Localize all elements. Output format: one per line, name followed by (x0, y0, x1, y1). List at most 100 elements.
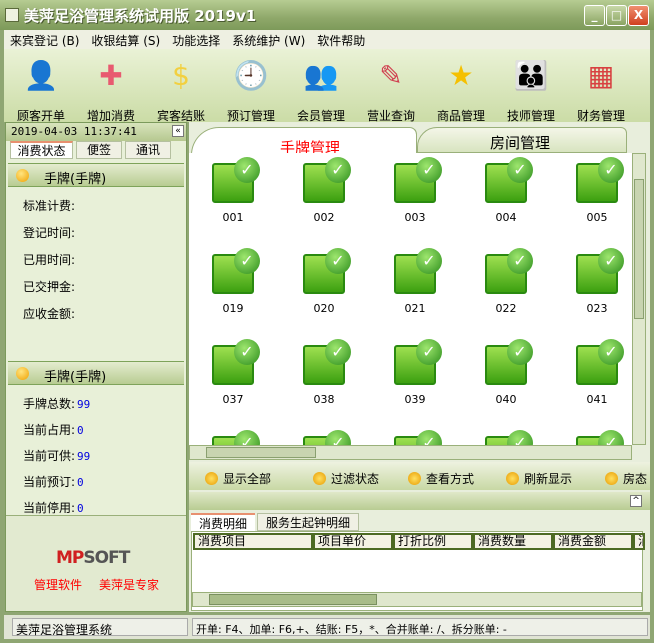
group-icon: 👪 (513, 58, 549, 92)
check-icon: ✓ (598, 339, 624, 365)
room-number: 022 (495, 302, 517, 315)
room-item[interactable]: ✓ 038 (294, 339, 354, 406)
column-header[interactable]: 消费项目 (193, 533, 313, 550)
room-icon: ✓ (576, 248, 624, 294)
calculator-icon: ▦ (587, 58, 615, 92)
column-header[interactable]: 消费数量 (473, 533, 553, 550)
scroll-thumb[interactable] (206, 447, 316, 458)
action-3[interactable]: 刷新显示 (506, 470, 572, 487)
scroll-thumb[interactable] (209, 594, 377, 605)
minimize-button[interactable]: _ (584, 5, 605, 26)
action-icon (205, 472, 218, 485)
action-label: 显示全部 (223, 472, 272, 486)
room-item[interactable]: ✓ (385, 430, 445, 445)
check-icon: ✓ (416, 157, 442, 183)
room-item[interactable]: ✓ (203, 430, 263, 445)
tab-consumption-status[interactable]: 消费状态 (10, 141, 73, 159)
scroll-thumb[interactable] (634, 179, 644, 319)
status-bar: 美萍足浴管理系统 开单: F4、加单: F6,+、结账: F5，*、合并账单: … (4, 615, 650, 639)
toolbar-button[interactable]: $ 宾客结账 (146, 53, 216, 124)
tab-contacts[interactable]: 通讯 (125, 141, 171, 159)
menu-item[interactable]: 系统维护 (W) (226, 30, 311, 49)
room-item[interactable]: ✓ 022 (476, 248, 536, 315)
room-item[interactable]: ✓ 037 (203, 339, 263, 406)
room-icon: ✓ (303, 157, 351, 203)
room-number: 039 (404, 393, 426, 406)
room-item[interactable]: ✓ 021 (385, 248, 445, 315)
toolbar-button[interactable]: ▦ 财务管理 (566, 53, 636, 124)
tab-notes[interactable]: 便签 (76, 141, 122, 159)
tab-label: 房间管理 (490, 134, 551, 152)
column-header[interactable]: 项目单价 (313, 533, 393, 550)
expand-button[interactable]: ^ (630, 495, 642, 507)
check-icon: ✓ (325, 157, 351, 183)
room-item[interactable]: ✓ 004 (476, 157, 536, 224)
toolbar-button[interactable]: 🕘 预订管理 (216, 53, 286, 124)
room-item[interactable]: ✓ 001 (203, 157, 263, 224)
field-value: 0 (77, 476, 84, 489)
toolbar-button[interactable]: ✚ 增加消费 (76, 53, 146, 124)
toolbar-button[interactable]: 👤 顾客开单 (6, 53, 76, 124)
room-item[interactable]: ✓ 040 (476, 339, 536, 406)
toolbar-button[interactable]: ★ 商品管理 (426, 53, 496, 124)
room-item[interactable]: ✓ 002 (294, 157, 354, 224)
field-value: 0 (77, 502, 84, 515)
room-item[interactable]: ✓ (567, 430, 627, 445)
vertical-scrollbar[interactable] (632, 153, 646, 445)
tab-service-detail[interactable]: 服务生起钟明细 (257, 513, 359, 531)
close-button[interactable]: X (628, 5, 649, 26)
dollar-arrow-icon: $ (172, 58, 190, 92)
room-item[interactable]: ✓ 003 (385, 157, 445, 224)
room-item[interactable]: ✓ 041 (567, 339, 627, 406)
action-2[interactable]: 查看方式 (408, 470, 474, 487)
title-bar: 美萍足浴管理系统试用版 2019v1 _ □ X (0, 0, 654, 30)
toolbar-button[interactable]: 👪 技师管理 (496, 53, 566, 124)
tab-wristband-management[interactable]: 手牌管理 (191, 127, 417, 155)
column-header[interactable]: 消费金额 (553, 533, 633, 550)
system-menu-icon[interactable] (5, 8, 19, 22)
action-label: 过滤状态 (331, 472, 380, 486)
column-header[interactable]: 打折比例 (393, 533, 473, 550)
action-label: 查看方式 (426, 472, 475, 486)
logo-area: MPSOFT 管理软件 美萍是专家 (6, 515, 186, 611)
room-number: 003 (404, 211, 426, 224)
field-label: 当前占用: (23, 423, 76, 437)
menu-item[interactable]: 软件帮助 (311, 30, 371, 49)
room-item[interactable]: ✓ 023 (567, 248, 627, 315)
tab-consumption-detail[interactable]: 消费明细 (191, 513, 255, 531)
room-number: 023 (586, 302, 608, 315)
room-item[interactable]: ✓ 039 (385, 339, 445, 406)
room-item[interactable]: ✓ (294, 430, 354, 445)
clock-icon: 🕘 (233, 58, 269, 92)
field-label: 手牌总数: (23, 397, 76, 411)
menu-item[interactable]: 收银结算 (S) (85, 30, 166, 49)
table-horizontal-scrollbar[interactable] (192, 592, 642, 607)
section-header: 手牌(手牌) (8, 361, 184, 385)
menu-item[interactable]: 来宾登记 (B) (4, 30, 85, 49)
collapse-button[interactable]: « (172, 125, 184, 137)
menu-item[interactable]: 功能选择 (166, 30, 226, 49)
field-row: 手牌总数: 99 (23, 395, 90, 412)
star-icon: ★ (448, 58, 474, 92)
field-label: 应收金额: (23, 307, 76, 321)
tab-room-management[interactable]: 房间管理 (417, 127, 627, 153)
check-icon: ✓ (234, 430, 260, 445)
action-1[interactable]: 过滤状态 (313, 470, 379, 487)
column-header[interactable]: 消 (633, 533, 645, 550)
room-item[interactable]: ✓ 005 (567, 157, 627, 224)
action-icon (605, 472, 618, 485)
action-0[interactable]: 显示全部 (205, 470, 271, 487)
room-item[interactable]: ✓ 019 (203, 248, 263, 315)
check-icon: ✓ (325, 430, 351, 445)
room-item[interactable]: ✓ 020 (294, 248, 354, 315)
maximize-button[interactable]: □ (606, 5, 627, 26)
toolbar-button[interactable]: ✎ 营业查询 (356, 53, 426, 124)
action-4[interactable]: 房态 (605, 470, 647, 487)
room-icon: ✓ (212, 157, 260, 203)
toolbar-button[interactable]: 👥 会员管理 (286, 53, 356, 124)
horizontal-scrollbar[interactable] (189, 445, 632, 460)
section-header: 手牌(手牌) (8, 163, 184, 187)
room-item[interactable]: ✓ (476, 430, 536, 445)
check-icon: ✓ (507, 430, 533, 445)
check-icon: ✓ (234, 157, 260, 183)
